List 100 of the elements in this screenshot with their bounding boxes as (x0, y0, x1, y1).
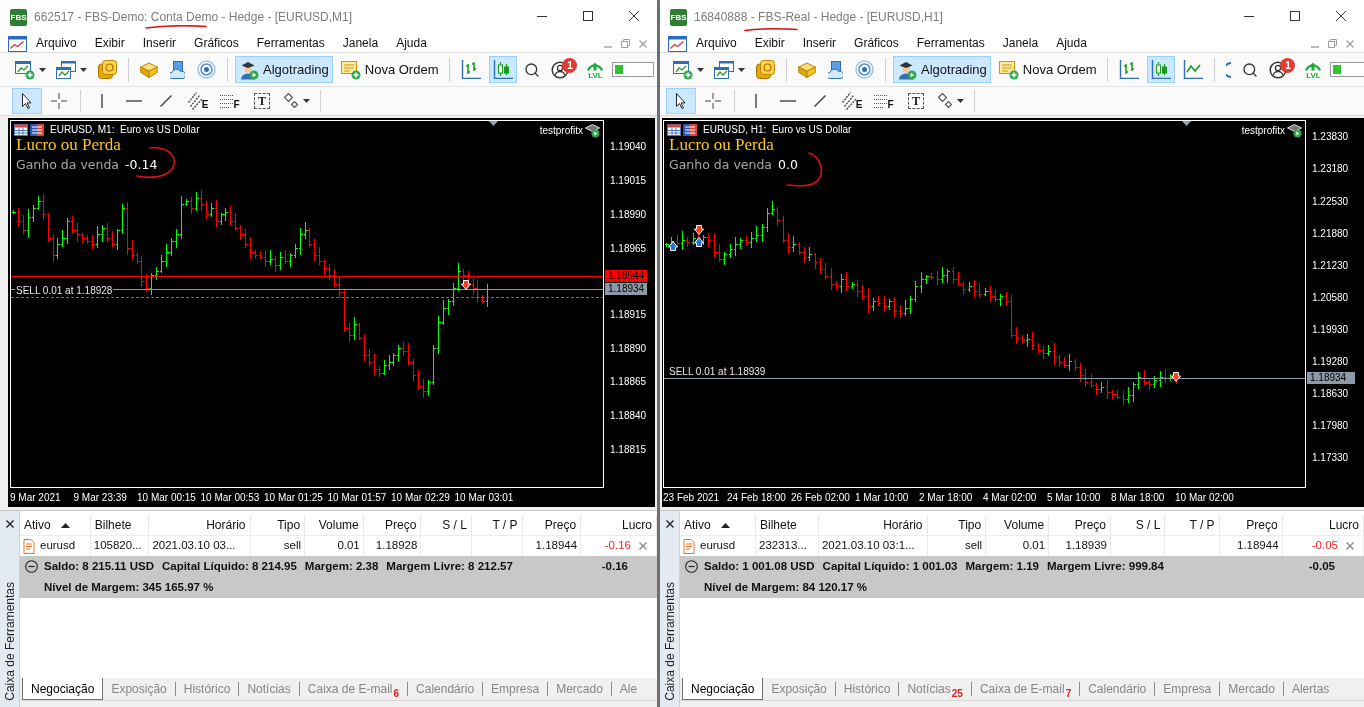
menu-item[interactable]: Arquivo (27, 35, 86, 52)
text-button[interactable]: T (247, 88, 277, 114)
unread-count: 7 (1065, 689, 1072, 699)
time-axis-label: 10 Mar 01:57 (327, 492, 387, 504)
column-header[interactable]: Bilhete (90, 515, 150, 535)
menu-item[interactable]: Ajuda (1047, 35, 1096, 52)
menu-item[interactable]: Exibir (745, 35, 794, 52)
column-header[interactable]: Ativo (20, 515, 91, 535)
windows-icon (56, 60, 76, 79)
price-axis-label: 1.21230 (1312, 260, 1349, 272)
fibonacci-button[interactable]: F (869, 88, 899, 114)
summary-value: Saldo: 8 215.11 USD (44, 558, 154, 574)
summary-total: -0.05 (1308, 558, 1335, 574)
column-header[interactable]: Ativo (680, 515, 756, 535)
cursor-button[interactable] (666, 88, 696, 114)
close-icon (629, 11, 639, 21)
flag-icon (683, 124, 697, 136)
menu-item[interactable]: Inserir (133, 35, 186, 52)
channel-button[interactable]: E (837, 88, 867, 114)
column-header[interactable]: S / L (1111, 515, 1166, 535)
text-button[interactable]: T (901, 88, 931, 114)
time-axis-label: 10 Mar 02:00 (1175, 492, 1234, 504)
column-header[interactable]: Bilhete (756, 515, 819, 535)
algotrading-button[interactable]: Algotrading (235, 56, 333, 83)
summary-value: Capital Líquido: 1 001.03 (822, 558, 958, 574)
column-header[interactable]: Volume (986, 515, 1050, 535)
menu-item[interactable]: Janela (333, 35, 388, 52)
document-plus-icon (998, 59, 1019, 80)
table-cell-text: eurusd (700, 538, 736, 554)
table-cell-text: 105820... (93, 538, 142, 554)
new-order-button[interactable]: Nova Ordem (336, 56, 443, 83)
table-cell-text: sell (964, 538, 983, 554)
candlestick-icon (1151, 60, 1172, 79)
column-header[interactable]: S / L (421, 515, 472, 535)
candlestick-button[interactable] (489, 56, 518, 83)
graduate-cap-icon (585, 123, 600, 138)
time-axis-label: 2 Mar 18:00 (919, 492, 973, 504)
close-icon (639, 39, 647, 48)
caret-icon (697, 67, 704, 72)
time-axis-label: 1 Mar 10:00 (855, 492, 909, 504)
document-plus-icon (340, 59, 361, 80)
column-header[interactable]: T / P (1165, 515, 1220, 535)
window-title: 662517 - FBS-Demo: Conta Demo - Hedge - [EURUSD,M1] (34, 11, 353, 24)
overlay-label: Ganho da venda (16, 157, 119, 173)
price-axis-label: 1.22530 (1312, 196, 1349, 208)
column-header[interactable]: Preço (1219, 515, 1283, 535)
close-button[interactable] (4, 519, 15, 529)
time-axis-label: 23 Feb 2021 (663, 492, 720, 504)
menu-item[interactable]: Ferramentas (247, 35, 334, 52)
table-icon (667, 124, 681, 136)
account-button[interactable]: 1 (551, 60, 579, 79)
column-header[interactable]: Lucro (581, 515, 657, 535)
column-header[interactable]: Tipo (250, 515, 306, 535)
notification-badge: 1 (1280, 58, 1296, 73)
column-header[interactable]: Volume (305, 515, 364, 535)
candlestick-button[interactable] (1147, 56, 1176, 83)
price-axis-label: 1.18915 (610, 309, 647, 321)
close-position-button[interactable] (1346, 542, 1354, 550)
column-header[interactable]: Lucro (1282, 515, 1364, 535)
line-chart-icon (1183, 60, 1204, 79)
fibonacci-button[interactable]: F (215, 88, 245, 114)
margin-level: Nível de Margem: 84 120.17 % (704, 579, 867, 595)
menu-item[interactable]: Ajuda (387, 35, 436, 52)
menu-item[interactable]: Gráficos (185, 35, 248, 52)
menu-item[interactable]: Janela (993, 35, 1048, 52)
time-axis-label: 10 Mar 01:25 (264, 492, 323, 504)
column-header[interactable]: Preço (1049, 515, 1111, 535)
price-axis-label: 1.17330 (1312, 452, 1349, 464)
menu-item[interactable]: Gráficos (845, 35, 908, 52)
down-arrow-icon (694, 225, 705, 236)
down-arrow-icon (1171, 372, 1182, 383)
channel-button[interactable]: E (183, 88, 213, 114)
cursor-button[interactable] (12, 88, 42, 114)
time-axis-label: 10 Mar 02:29 (391, 492, 450, 504)
time-axis-label: 9 Mar 23:39 (73, 492, 127, 504)
menu-item[interactable]: Arquivo (687, 35, 746, 52)
menu-item[interactable]: Exibir (85, 35, 134, 52)
overlay-heading: Lucro ou Perda (669, 135, 774, 155)
column-header[interactable]: Preço (363, 515, 422, 535)
algotrading-button[interactable]: Algotrading (893, 56, 991, 83)
table-cell-text: eurusd (40, 538, 76, 554)
maximize-icon (1290, 11, 1300, 21)
column-header[interactable]: T / P (471, 515, 523, 535)
coins-icon (98, 60, 117, 79)
close-position-button[interactable] (639, 542, 647, 550)
close-icon (1336, 11, 1346, 21)
close-button[interactable] (664, 519, 675, 529)
toolbox-tab[interactable]: Negociação (22, 678, 104, 700)
column-header[interactable]: Tipo (927, 515, 987, 535)
toolbox-tab[interactable]: Negociação (682, 678, 764, 700)
table-cell-text: 1.18944 (535, 538, 578, 554)
menu-item[interactable]: Ferramentas (907, 35, 994, 52)
column-header[interactable]: Horário (818, 515, 928, 535)
column-header[interactable]: Horário (149, 515, 251, 535)
menu-item[interactable]: Inserir (793, 35, 846, 52)
account-button[interactable]: 1 (1269, 60, 1297, 79)
column-header[interactable]: Preço (522, 515, 582, 535)
chart-symbol: EURUSD, M1: Euro vs US Dollar (50, 124, 200, 136)
table-cell-text: 2021.03.10 03:1... (821, 538, 915, 554)
new-order-button[interactable]: Nova Ordem (994, 56, 1101, 83)
